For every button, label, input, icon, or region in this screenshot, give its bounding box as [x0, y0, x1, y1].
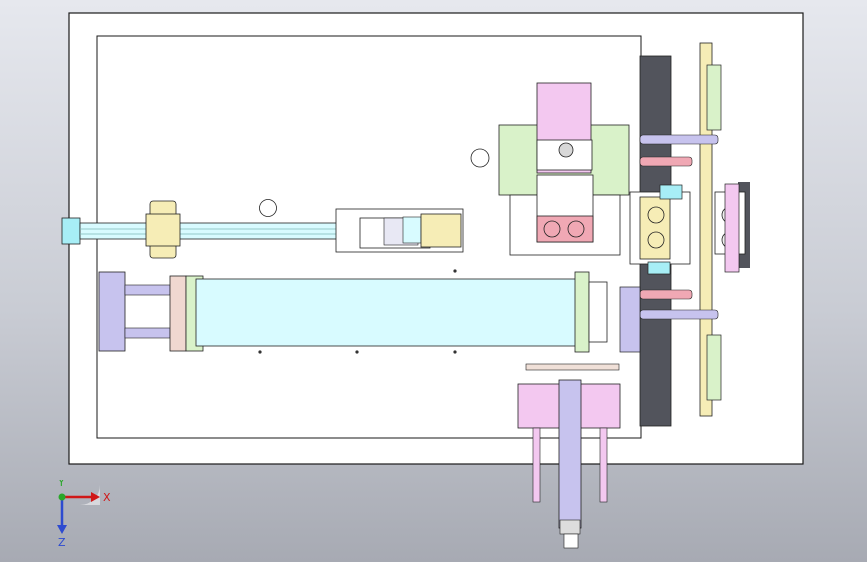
cad-viewport[interactable] — [0, 0, 867, 562]
z-axis-label: Z — [58, 536, 66, 549]
conveyor-belt[interactable] — [98, 271, 608, 353]
axis-triad: X Y Z — [57, 480, 111, 549]
y-axis-label: Y — [57, 480, 65, 489]
y-axis-dot — [58, 493, 66, 501]
bottom-cylinder[interactable] — [517, 363, 621, 549]
x-axis-label: X — [103, 491, 111, 504]
